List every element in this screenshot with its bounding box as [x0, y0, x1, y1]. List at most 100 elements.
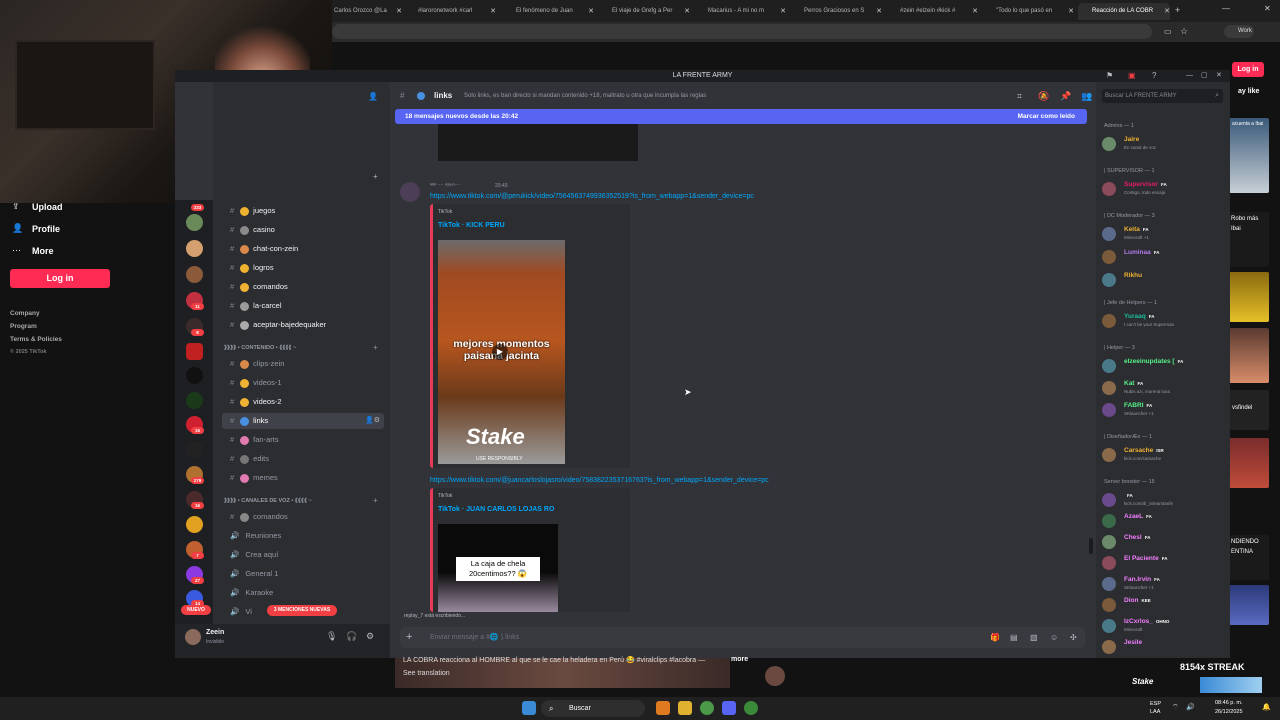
new-tab-icon[interactable]: + — [1175, 5, 1180, 15]
message-link[interactable]: https://www.tiktok.com/@juancarloslojasr… — [430, 477, 769, 484]
channel-juegos[interactable]: # juegos — [222, 203, 384, 219]
close-icon[interactable]: ✕ — [1164, 7, 1170, 15]
embed-video[interactable]: La caja de chela 20centimos?? 😱 — [438, 524, 558, 612]
close-icon[interactable]: ✕ — [396, 7, 402, 15]
voice-channel-crea-aqui[interactable]: 🔊 Crea aquí — [222, 547, 384, 563]
member-row[interactable]: Yuraaq FA I can't be your Superman — [1102, 312, 1225, 330]
discord-icon[interactable] — [722, 701, 736, 715]
close-icon[interactable]: ✕ — [588, 7, 594, 15]
close-icon[interactable]: ✕ — [1068, 7, 1074, 15]
channel-links[interactable]: # links 👤⚙ — [222, 413, 384, 429]
members-icon[interactable]: 👥 — [1081, 92, 1092, 101]
browser-tab[interactable]: Perros Graciosos en S ✕ — [790, 3, 882, 20]
browser-tab[interactable]: El fenómeno de Juan ✕ — [502, 3, 594, 20]
star-icon[interactable]: ☆ — [1180, 26, 1188, 37]
category-voz[interactable]: ⟫⟫⟫⟫ • CANALES DE VOZ • ⟪⟪⟪⟪ ~ — [224, 498, 312, 504]
gift-icon[interactable]: 🎁 — [990, 627, 1000, 648]
server-icon[interactable] — [186, 392, 203, 409]
close-icon[interactable]: ✕ — [972, 7, 978, 15]
channel-aceptar-bajedequaker[interactable]: # aceptar-bajedequaker — [222, 317, 384, 333]
footer-company[interactable]: Company — [10, 310, 40, 317]
settings-icon[interactable]: ⚙ — [366, 632, 374, 641]
server-icon[interactable] — [186, 367, 203, 384]
member-row[interactable]: Carsache ISR kick.com/carsache — [1102, 446, 1225, 464]
tiktok-nav-more[interactable]: More — [32, 246, 54, 256]
new-messages-bar[interactable]: 18 mensajes nuevos desde las 20:42 Marca… — [395, 109, 1087, 124]
close-icon[interactable]: ✕ — [780, 7, 786, 15]
chat-scrollbar[interactable] — [1089, 538, 1093, 554]
member-row[interactable]: IzCxrlos_ OHNO Minecraft — [1102, 617, 1225, 635]
lang-indicator[interactable]: ESP — [1150, 701, 1161, 707]
apps-icon[interactable]: ✣ — [1070, 627, 1077, 648]
see-translation-link[interactable]: See translation — [403, 670, 450, 677]
category-contenido[interactable]: ⟫⟫⟫⟫ • CONTENIDO • ⟪⟪⟪⟪ ~ — [224, 345, 296, 351]
inbox-icon[interactable]: ⚑ — [1106, 71, 1113, 80]
channel-memes[interactable]: # memes — [222, 470, 384, 486]
browser-tab[interactable]: #zein #elzein #kick # ✕ — [886, 3, 978, 20]
clock-date[interactable]: 26/12/2025 — [1215, 709, 1243, 715]
thumbnail[interactable]: vsfindel — [1229, 390, 1269, 430]
message-author[interactable]: ᴵᴬᴹ ⁻⁻ ᴬʲᵃᵘᵒ⁻⁻ — [430, 183, 460, 189]
channel-casino[interactable]: # casino — [222, 222, 384, 238]
channel-videos-2[interactable]: # videos-2 — [222, 394, 384, 410]
minimize-icon[interactable]: — — [1222, 4, 1230, 13]
windows-start-icon[interactable] — [522, 701, 536, 715]
tiktok-nav-upload[interactable]: Upload — [32, 202, 63, 212]
minimize-icon[interactable]: — — [1186, 72, 1193, 79]
sticker-icon[interactable]: ▧ — [1030, 627, 1038, 648]
channel-clips-zein[interactable]: # clips-zein — [222, 356, 384, 372]
embed-video[interactable]: mejores momentos paisana jacinta ▶ Stake… — [438, 240, 565, 464]
member-row[interactable]: AzaeL FA — [1102, 512, 1225, 530]
browser-tab[interactable]: #laroronetwork #carl ✕ — [404, 3, 496, 20]
thumbnail[interactable] — [1229, 272, 1269, 322]
server-icon[interactable] — [186, 240, 203, 257]
browser-tab[interactable]: "Todo lo que pasó en ✕ — [982, 3, 1074, 20]
server-icon[interactable] — [186, 516, 203, 533]
tiktok-login-button[interactable]: Log in — [10, 269, 110, 288]
chrome-icon[interactable] — [700, 701, 714, 715]
thumbnail[interactable]: Robo más Ibai — [1229, 212, 1269, 267]
thumbnail[interactable] — [1229, 438, 1269, 488]
member-row[interactable]: Kat FA Nubis azi, morena luna — [1102, 379, 1225, 397]
member-row[interactable]: Fan.Irvin FA SKlauncher +1 — [1102, 575, 1225, 593]
avatar[interactable] — [400, 182, 420, 202]
footer-terms[interactable]: Terms & Policies — [10, 336, 62, 343]
close-icon[interactable]: ✕ — [684, 7, 690, 15]
emoji-icon[interactable]: ☺ — [1050, 627, 1058, 648]
app-icon[interactable] — [656, 701, 670, 715]
tiktok-nav-profile[interactable]: Profile — [32, 224, 60, 234]
footer-program[interactable]: Program — [10, 323, 37, 330]
close-icon[interactable]: ✕ — [490, 7, 496, 15]
previous-video-thumbnail[interactable] — [438, 124, 638, 161]
new-server-pill[interactable]: NUEVO — [181, 605, 211, 615]
member-row[interactable]: FABRI FA SKlauncher +1 — [1102, 401, 1225, 419]
help-icon[interactable]: ? — [1152, 71, 1156, 80]
channel-edits[interactable]: # edits — [222, 451, 384, 467]
close-icon[interactable]: ✕ — [876, 7, 882, 15]
add-attachment-icon[interactable]: + — [406, 627, 412, 648]
gif-icon[interactable]: ▤ — [1010, 627, 1018, 648]
volume-icon[interactable]: 🔊 — [1186, 703, 1195, 711]
embed-title[interactable]: TikTok · JUAN CARLOS LOJAS RO — [438, 506, 554, 513]
member-row[interactable]: El Paciente FA — [1102, 554, 1225, 572]
pin-icon[interactable]: 📌 — [1060, 92, 1071, 101]
clock-time[interactable]: 08:46 p. m. — [1215, 700, 1243, 706]
avatar[interactable] — [765, 666, 785, 686]
folder-icon[interactable] — [678, 701, 692, 715]
notification-bell-icon[interactable]: 🔔 — [1262, 703, 1271, 711]
member-row[interactable]: Keita FA Minecraft +1 — [1102, 225, 1225, 243]
channel-la-carcel[interactable]: # la-carcel — [222, 298, 384, 314]
channel-logros[interactable]: # logros — [222, 260, 384, 276]
close-icon[interactable]: ✕ — [1216, 71, 1222, 79]
server-icon[interactable] — [186, 266, 203, 283]
maximize-icon[interactable]: ▢ — [1201, 71, 1208, 79]
browser-tab[interactable]: Macarius - A mi no m ✕ — [694, 3, 786, 20]
server-icon[interactable] — [186, 343, 203, 360]
channel-videos-1[interactable]: # videos-1 — [222, 375, 384, 391]
thumbnail[interactable] — [1229, 328, 1269, 383]
voice-channel-reuniones[interactable]: 🔊 Reuniones — [222, 528, 384, 544]
add-channel-icon[interactable]: + — [373, 172, 378, 181]
server-icon[interactable] — [186, 214, 203, 231]
voice-channel-general-1[interactable]: 🔊 General 1 — [222, 566, 384, 582]
member-row[interactable]: elzeeinupdates [FA — [1102, 357, 1225, 375]
